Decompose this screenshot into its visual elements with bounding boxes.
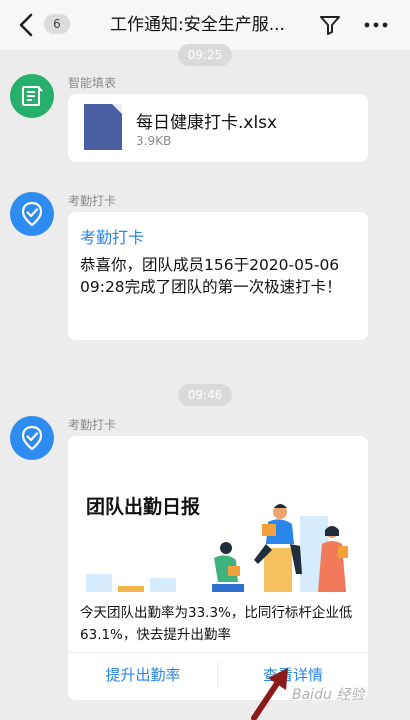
top-bar: 6 工作通知:安全生产服... [0,0,410,50]
file-size: 3.9KB [136,134,172,148]
attendance-message-card[interactable]: 考勤打卡 恭喜你，团队成员156于2020-05-06 09:28完成了团队的第… [68,212,368,340]
attendance-app-avatar[interactable] [10,416,54,460]
report-title: 团队出勤日报 [86,496,201,518]
sender-name: 智能填表 [68,76,117,90]
improve-attendance-button[interactable]: 提升出勤率 [68,664,218,685]
back-icon[interactable] [16,12,38,38]
divider [68,652,368,653]
card-title: 考勤打卡 [80,228,145,247]
checkin-icon [21,201,43,227]
timestamp-pill: 09:46 [178,384,232,406]
form-icon [22,86,43,106]
file-name: 每日健康打卡.xlsx [136,113,278,133]
attendance-app-avatar[interactable] [10,192,54,236]
more-icon[interactable] [362,13,390,37]
filter-icon[interactable] [318,13,342,37]
checkin-icon [21,425,43,451]
report-description: 今天团队出勤率为33.3%，比同行标杆企业低63.1%，快去提升出勤率 [80,605,353,643]
form-app-avatar[interactable] [10,74,54,118]
card-text: 恭喜你，团队成员156于2020-05-06 09:28完成了团队的第一次极速打… [80,256,342,296]
daily-report-card[interactable]: 团队出勤日报 今天团队出勤率为33.3%，比同行标杆企业低63.1%，快去提升出… [68,436,368,700]
excel-file-icon [84,104,122,150]
sender-name: 考勤打卡 [68,418,117,432]
annotation-arrow-icon [251,668,288,720]
watermark: Baidu 经验 [292,687,365,703]
sender-name: 考勤打卡 [68,194,117,208]
unread-count-badge: 6 [44,14,70,34]
timestamp-pill: 09:25 [178,44,232,66]
chat-title: 工作通知:安全生产服... [110,15,285,35]
file-message-card[interactable]: 每日健康打卡.xlsx 3.9KB [68,94,368,162]
